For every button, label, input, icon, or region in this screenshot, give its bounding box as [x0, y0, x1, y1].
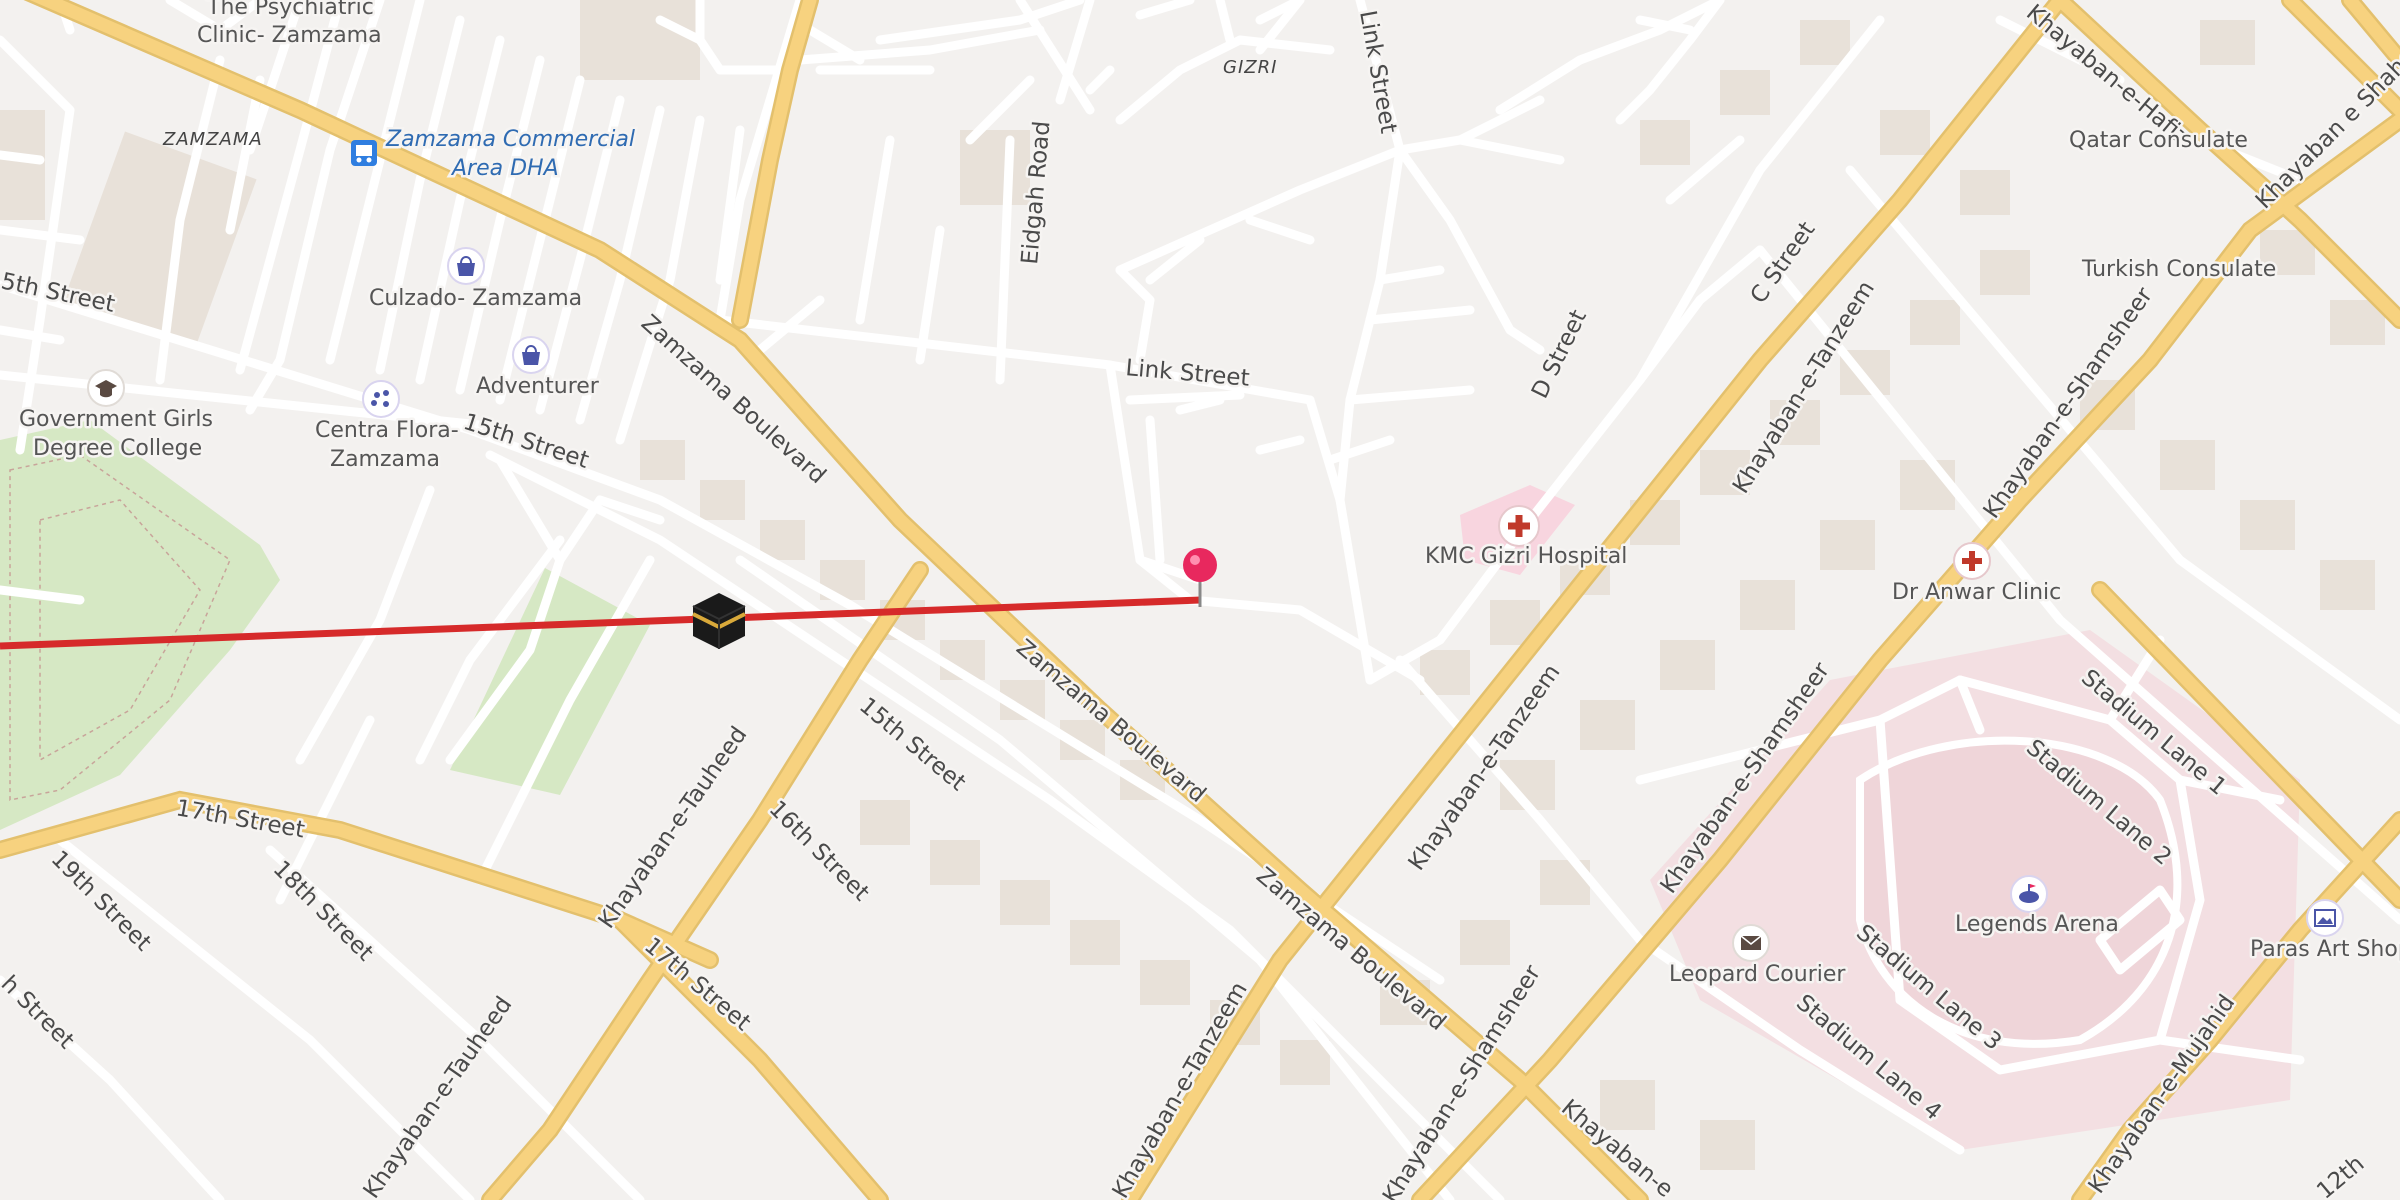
road-label-18th-street: 18th Street	[268, 856, 378, 966]
graduation-cap-icon[interactable]	[87, 369, 125, 407]
poi-label-centra-flora-2[interactable]: Zamzama	[328, 445, 443, 475]
poi-label-legends-arena[interactable]: Legends Arena	[1953, 910, 2122, 940]
road-label-h-street: h Street	[0, 971, 79, 1054]
road-label-15th-street-1: 15th Street	[460, 409, 592, 474]
stadium-icon[interactable]	[2010, 875, 2048, 913]
road-label-d-street: D Street	[1527, 306, 1592, 403]
poi-label-turkish-consulate[interactable]: Turkish Consulate	[2079, 255, 2279, 285]
bus-stop-icon[interactable]	[351, 140, 377, 166]
poi-label-psychiatric-1: The Psychiatric	[206, 0, 374, 20]
poi-label-govt-college-2[interactable]: Degree College	[31, 434, 205, 464]
map-canvas[interactable]: ZAMZAMA GIZRI Zamzama Boulevard Zamzama …	[0, 0, 2400, 1200]
area-label-gizri: GIZRI	[1223, 57, 1277, 78]
hospital-icon[interactable]	[1498, 505, 1540, 547]
road-label-link-street-2: Link Street	[1354, 9, 1401, 136]
poi-label-adventurer[interactable]: Adventurer	[474, 372, 603, 402]
poi-label-zamzama-commercial-1[interactable]: Zamzama Commercial	[383, 125, 638, 155]
poi-label-kmc-hospital[interactable]: KMC Gizri Hospital	[1423, 542, 1630, 572]
poi-label-qatar-consulate[interactable]: Qatar Consulate	[2067, 126, 2251, 156]
road-label-link-street-1: Link Street	[1124, 355, 1250, 392]
road-label-12th: 12th	[2312, 1151, 2369, 1200]
clinic-icon[interactable]	[1953, 542, 1991, 580]
road-label-16th-street: 16th Street	[764, 796, 874, 906]
picture-icon[interactable]	[2306, 899, 2344, 937]
poi-label-paras-art[interactable]: Paras Art Shop	[2248, 935, 2400, 965]
poi-label-leopard-courier[interactable]: Leopard Courier	[1667, 960, 1849, 990]
envelope-icon[interactable]	[1732, 924, 1770, 962]
poi-label-psychiatric-2: Clinic- Zamzama	[197, 23, 382, 48]
road-label-khayaban-tanzeem-3: Khayaban-e-Tanzeem	[1108, 978, 1253, 1200]
area-label-zamzama: ZAMZAMA	[162, 129, 263, 150]
poi-label-zamzama-commercial-2[interactable]: Area DHA	[448, 154, 562, 184]
poi-label-culzado[interactable]: Culzado- Zamzama	[367, 284, 585, 314]
shopping-bag-icon[interactable]	[512, 336, 550, 374]
poi-label-govt-college-1[interactable]: Government Girls	[17, 405, 216, 435]
shopping-bag-icon[interactable]	[447, 247, 485, 285]
road-label-khayaban-tauheed-1: Khayaban-e-Tauheed	[594, 722, 753, 933]
poi-label-dr-anwar[interactable]: Dr Anwar Clinic	[1890, 578, 2064, 608]
kaaba-icon	[692, 593, 746, 649]
poi-label-centra-flora-1[interactable]: Centra Flora-	[313, 416, 462, 446]
flower-icon[interactable]	[362, 380, 400, 418]
map-svg[interactable]: ZAMZAMA GIZRI Zamzama Boulevard Zamzama …	[0, 0, 2400, 1200]
